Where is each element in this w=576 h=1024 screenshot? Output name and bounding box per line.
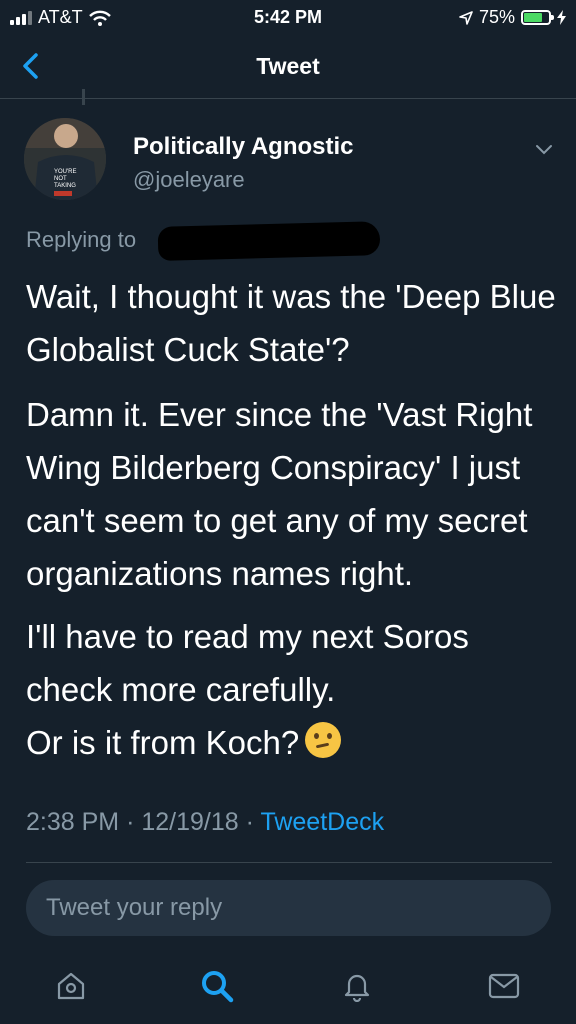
tweet-paragraph: Wait, I thought it was the 'Deep Blue Gl… [26,278,556,368]
tab-home[interactable] [51,966,91,1006]
notifications-icon [344,974,370,1002]
tweet-time: 2:38 PM [26,808,120,836]
redaction-mark [157,221,381,261]
battery-percent: 75% [478,7,515,27]
tweet-date: 12/19/18 [141,808,239,836]
tweet-paragraph: Damn it. Ever since the 'Vast Right Wing… [26,396,533,592]
tab-search[interactable] [197,966,237,1006]
search-icon [202,971,234,1003]
separator: · [126,808,135,836]
thinking-face-icon [305,722,342,758]
svg-text:TAKING: TAKING [54,183,76,189]
page-title: Tweet [256,53,320,79]
chevron-down-icon[interactable] [532,140,556,158]
tab-notifications[interactable] [337,966,377,1006]
messages-icon [488,973,520,999]
home-icon [57,972,85,1000]
tweet-source-link[interactable]: TweetDeck [260,808,384,836]
user-handle[interactable]: @joeleyare [133,167,245,193]
divider [26,862,552,863]
location-icon [459,10,473,25]
reply-input[interactable]: Tweet your reply [26,880,551,936]
svg-text:NOT: NOT [54,176,67,182]
tweet-paragraph: I'll have to read my next Soros check mo… [26,618,469,708]
display-name[interactable]: Politically Agnostic [133,133,354,161]
tweet-text: Wait, I thought it was the 'Deep Blue Gl… [26,270,561,769]
battery-icon [521,10,554,25]
separator: · [245,808,254,836]
tweet-last-line: Or is it from Koch? [26,716,561,769]
status-bar: AT&T 5:42 PM 75% [0,0,576,36]
charging-icon [557,10,566,25]
avatar-image: YOU'RE NOT TAKING [24,118,106,200]
thread-connector [82,89,85,105]
nav-bar: Tweet [0,36,576,99]
reply-placeholder: Tweet your reply [46,894,223,921]
tweet-meta: 2:38 PM · 12/19/18 · TweetDeck [26,808,384,837]
tab-bar [0,950,576,1024]
replying-to-label: Replying to [26,227,137,252]
avatar[interactable]: YOU'RE NOT TAKING [24,118,106,200]
tweet-line-text: Or is it from Koch? [26,724,300,761]
tab-messages[interactable] [484,966,524,1006]
svg-text:YOU'RE: YOU'RE [54,169,76,175]
